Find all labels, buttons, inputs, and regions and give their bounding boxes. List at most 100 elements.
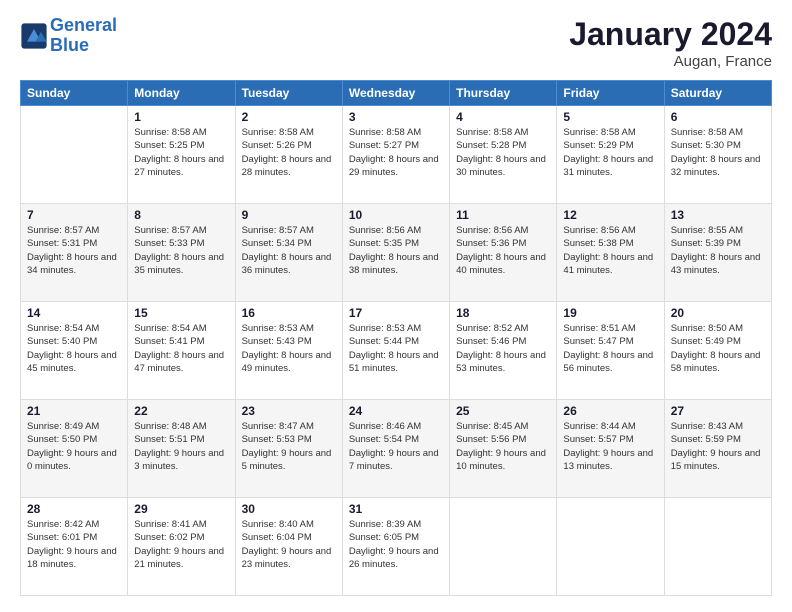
day-number: 2 [242,110,336,124]
calendar-day-cell [450,498,557,596]
calendar-day-cell: 4 Sunrise: 8:58 AMSunset: 5:28 PMDaylight… [450,106,557,204]
day-number: 12 [563,208,657,222]
day-number: 20 [671,306,765,320]
day-number: 16 [242,306,336,320]
subtitle: Augan, France [569,53,772,70]
day-info: Sunrise: 8:46 AMSunset: 5:54 PMDaylight:… [349,420,443,473]
calendar-day-cell: 5 Sunrise: 8:58 AMSunset: 5:29 PMDaylight… [557,106,664,204]
day-info: Sunrise: 8:42 AMSunset: 6:01 PMDaylight:… [27,518,121,571]
day-info: Sunrise: 8:58 AMSunset: 5:29 PMDaylight:… [563,126,657,179]
calendar-day-cell: 1 Sunrise: 8:58 AMSunset: 5:25 PMDaylight… [128,106,235,204]
day-of-week-header: Sunday [21,81,128,106]
day-number: 6 [671,110,765,124]
calendar-day-cell: 6 Sunrise: 8:58 AMSunset: 5:30 PMDaylight… [664,106,771,204]
day-info: Sunrise: 8:51 AMSunset: 5:47 PMDaylight:… [563,322,657,375]
day-number: 4 [456,110,550,124]
day-number: 24 [349,404,443,418]
logo-text: General Blue [50,16,117,56]
calendar-day-cell: 30 Sunrise: 8:40 AMSunset: 6:04 PMDayligh… [235,498,342,596]
day-of-week-header: Friday [557,81,664,106]
calendar-day-cell: 2 Sunrise: 8:58 AMSunset: 5:26 PMDaylight… [235,106,342,204]
calendar-day-cell: 14 Sunrise: 8:54 AMSunset: 5:40 PMDayligh… [21,302,128,400]
day-of-week-header: Tuesday [235,81,342,106]
logo-line1: General [50,15,117,35]
day-number: 18 [456,306,550,320]
calendar-day-cell: 24 Sunrise: 8:46 AMSunset: 5:54 PMDayligh… [342,400,449,498]
calendar-day-cell: 12Sunrise: 8:56 AMSunset: 5:38 PMDayligh… [557,204,664,302]
calendar-day-cell: 27Sunrise: 8:43 AMSunset: 5:59 PMDayligh… [664,400,771,498]
page: General Blue January 2024 Augan, France … [0,0,792,612]
calendar-day-cell: 17Sunrise: 8:53 AMSunset: 5:44 PMDayligh… [342,302,449,400]
day-of-week-header: Monday [128,81,235,106]
logo-icon [20,22,48,50]
day-number: 26 [563,404,657,418]
calendar-day-cell: 21Sunrise: 8:49 AMSunset: 5:50 PMDayligh… [21,400,128,498]
logo: General Blue [20,16,117,56]
day-info: Sunrise: 8:55 AMSunset: 5:39 PMDaylight:… [671,224,765,277]
calendar-week-row: 7Sunrise: 8:57 AMSunset: 5:31 PMDaylight… [21,204,772,302]
calendar-day-cell: 13 Sunrise: 8:55 AMSunset: 5:39 PMDayligh… [664,204,771,302]
calendar-day-cell: 23 Sunrise: 8:47 AMSunset: 5:53 PMDayligh… [235,400,342,498]
calendar-day-cell: 18Sunrise: 8:52 AMSunset: 5:46 PMDayligh… [450,302,557,400]
calendar-day-cell: 31 Sunrise: 8:39 AMSunset: 6:05 PMDayligh… [342,498,449,596]
day-info: Sunrise: 8:53 AMSunset: 5:44 PMDaylight:… [349,322,443,375]
day-number: 22 [134,404,228,418]
header: General Blue January 2024 Augan, France [20,16,772,70]
calendar-day-cell: 9 Sunrise: 8:57 AMSunset: 5:34 PMDaylight… [235,204,342,302]
day-info: Sunrise: 8:56 AMSunset: 5:36 PMDaylight:… [456,224,550,277]
calendar-day-cell: 11 Sunrise: 8:56 AMSunset: 5:36 PMDayligh… [450,204,557,302]
day-info: Sunrise: 8:47 AMSunset: 5:53 PMDaylight:… [242,420,336,473]
day-info: Sunrise: 8:57 AMSunset: 5:34 PMDaylight:… [242,224,336,277]
day-info: Sunrise: 8:57 AMSunset: 5:33 PMDaylight:… [134,224,228,277]
calendar-week-row: 1 Sunrise: 8:58 AMSunset: 5:25 PMDaylight… [21,106,772,204]
day-of-week-header: Saturday [664,81,771,106]
day-info: Sunrise: 8:49 AMSunset: 5:50 PMDaylight:… [27,420,121,473]
calendar-day-cell: 20 Sunrise: 8:50 AMSunset: 5:49 PMDayligh… [664,302,771,400]
day-info: Sunrise: 8:41 AMSunset: 6:02 PMDaylight:… [134,518,228,571]
day-number: 13 [671,208,765,222]
day-number: 15 [134,306,228,320]
calendar-day-cell: 25 Sunrise: 8:45 AMSunset: 5:56 PMDayligh… [450,400,557,498]
day-number: 11 [456,208,550,222]
calendar-day-cell: 3Sunrise: 8:58 AMSunset: 5:27 PMDaylight… [342,106,449,204]
day-number: 3 [349,110,443,124]
day-number: 23 [242,404,336,418]
calendar-week-row: 14 Sunrise: 8:54 AMSunset: 5:40 PMDayligh… [21,302,772,400]
day-info: Sunrise: 8:39 AMSunset: 6:05 PMDaylight:… [349,518,443,571]
day-number: 8 [134,208,228,222]
day-info: Sunrise: 8:58 AMSunset: 5:30 PMDaylight:… [671,126,765,179]
calendar-day-cell: 8 Sunrise: 8:57 AMSunset: 5:33 PMDaylight… [128,204,235,302]
calendar-day-cell: 16 Sunrise: 8:53 AMSunset: 5:43 PMDayligh… [235,302,342,400]
calendar-day-cell: 28Sunrise: 8:42 AMSunset: 6:01 PMDayligh… [21,498,128,596]
day-number: 5 [563,110,657,124]
day-info: Sunrise: 8:45 AMSunset: 5:56 PMDaylight:… [456,420,550,473]
day-info: Sunrise: 8:58 AMSunset: 5:28 PMDaylight:… [456,126,550,179]
day-number: 10 [349,208,443,222]
main-title: January 2024 [569,16,772,53]
day-info: Sunrise: 8:50 AMSunset: 5:49 PMDaylight:… [671,322,765,375]
calendar-table: SundayMondayTuesdayWednesdayThursdayFrid… [20,80,772,596]
day-number: 1 [134,110,228,124]
day-number: 30 [242,502,336,516]
day-info: Sunrise: 8:54 AMSunset: 5:40 PMDaylight:… [27,322,121,375]
day-number: 25 [456,404,550,418]
day-number: 29 [134,502,228,516]
calendar-day-cell: 29 Sunrise: 8:41 AMSunset: 6:02 PMDayligh… [128,498,235,596]
calendar-week-row: 21Sunrise: 8:49 AMSunset: 5:50 PMDayligh… [21,400,772,498]
day-info: Sunrise: 8:58 AMSunset: 5:25 PMDaylight:… [134,126,228,179]
day-info: Sunrise: 8:58 AMSunset: 5:26 PMDaylight:… [242,126,336,179]
day-number: 9 [242,208,336,222]
calendar-day-cell: 22Sunrise: 8:48 AMSunset: 5:51 PMDayligh… [128,400,235,498]
calendar-day-cell: 15Sunrise: 8:54 AMSunset: 5:41 PMDayligh… [128,302,235,400]
day-info: Sunrise: 8:53 AMSunset: 5:43 PMDaylight:… [242,322,336,375]
day-number: 14 [27,306,121,320]
day-number: 7 [27,208,121,222]
calendar-day-cell [557,498,664,596]
calendar-header-row: SundayMondayTuesdayWednesdayThursdayFrid… [21,81,772,106]
day-number: 19 [563,306,657,320]
calendar-day-cell [21,106,128,204]
day-info: Sunrise: 8:40 AMSunset: 6:04 PMDaylight:… [242,518,336,571]
day-number: 31 [349,502,443,516]
calendar-week-row: 28Sunrise: 8:42 AMSunset: 6:01 PMDayligh… [21,498,772,596]
calendar-day-cell: 10Sunrise: 8:56 AMSunset: 5:35 PMDayligh… [342,204,449,302]
